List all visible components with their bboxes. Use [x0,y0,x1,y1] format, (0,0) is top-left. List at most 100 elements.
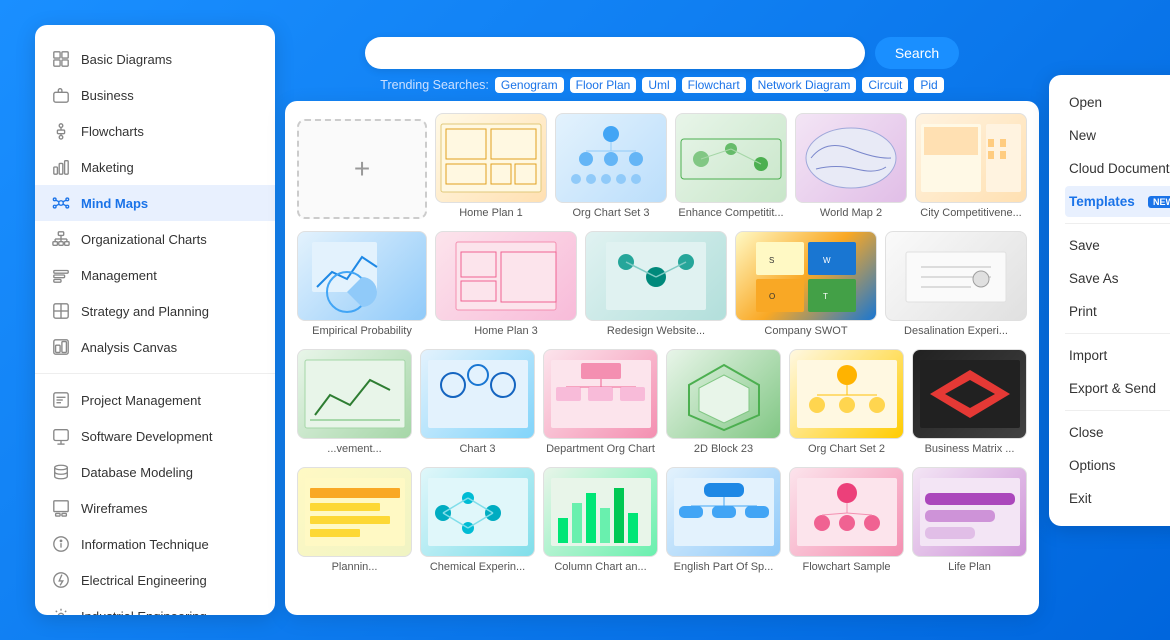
bar-icon [51,157,71,177]
sidebar-item-analysis-canvas[interactable]: Analysis Canvas [35,329,275,365]
sidebar-label: Mind Maps [81,196,148,211]
sidebar-item-info-tech[interactable]: Information Technique [35,526,275,562]
template-thumb-enhance [675,113,787,203]
right-panel-exit[interactable]: Exit [1065,483,1170,514]
right-panel-save-as[interactable]: Save As [1065,263,1170,294]
template-card-city[interactable]: City Competitivene... [915,113,1027,219]
template-card-swot[interactable]: SWOT Company SWOT [735,231,877,337]
sidebar-label: Project Management [81,393,201,408]
right-panel-open[interactable]: Open [1065,87,1170,118]
template-title: ...vement... [297,443,412,455]
template-card-org-chart-3[interactable]: Org Chart Set 3 [555,113,667,219]
template-card-empirical[interactable]: Empirical Probability [297,231,427,337]
template-title: City Competitivene... [915,207,1027,219]
template-thumb-chem [420,467,535,557]
template-card-english[interactable]: English Part Of Sp... [666,467,781,573]
sidebar-item-project[interactable]: Project Management [35,382,275,418]
template-thumb-col [543,467,658,557]
trending-tag-genogram[interactable]: Genogram [495,77,564,93]
template-card-life-plan[interactable]: Life Plan [912,467,1027,573]
template-title: Column Chart an... [543,561,658,573]
template-card-redesign[interactable]: Redesign Website... [585,231,727,337]
sidebar-top-section: Basic Diagrams Business Flowcharts Maket… [35,37,275,369]
right-panel-options[interactable]: Options [1065,450,1170,481]
sidebar-label: Business [81,88,134,103]
template-card-enhance[interactable]: Enhance Competitit... [675,113,787,219]
template-card-home-plan-3[interactable]: Home Plan 3 [435,231,577,337]
template-card-org2[interactable]: Org Chart Set 2 [789,349,904,455]
template-title: Business Matrix ... [912,443,1027,455]
trending-tag-network[interactable]: Network Diagram [752,77,857,93]
sidebar-bottom-section: Project Management Software Development … [35,373,275,615]
right-panel-templates[interactable]: Templates NEW [1065,186,1170,217]
grid-icon [51,49,71,69]
sidebar-item-flowcharts[interactable]: Flowcharts [35,113,275,149]
search-button[interactable]: Search [875,37,959,69]
sidebar-label: Management [81,268,157,283]
database-icon [51,462,71,482]
trending-tag-uml[interactable]: Uml [642,77,675,93]
sidebar-item-mind-maps[interactable]: Mind Maps [35,185,275,221]
right-panel-import[interactable]: Import [1065,340,1170,371]
sidebar-item-database[interactable]: Database Modeling [35,454,275,490]
right-panel-save[interactable]: Save [1065,230,1170,261]
sidebar-label: Flowcharts [81,124,144,139]
new-badge: NEW [1148,196,1170,208]
sidebar-label: Electrical Engineering [81,573,207,588]
right-panel-cloud[interactable]: Cloud Document [1065,153,1170,184]
template-title: English Part Of Sp... [666,561,781,573]
trending-tag-floor-plan[interactable]: Floor Plan [570,77,637,93]
svg-text:W: W [823,256,831,265]
template-thumb-move [297,349,412,439]
divider-3 [1065,410,1170,411]
template-card-chart3[interactable]: Chart 3 [420,349,535,455]
search-input[interactable] [381,45,849,61]
sidebar-item-wireframes[interactable]: Wireframes [35,490,275,526]
sidebar-item-software[interactable]: Software Development [35,418,275,454]
template-card-home-plan-1[interactable]: Home Plan 1 [435,113,547,219]
sidebar-item-industrial[interactable]: Industrial Engineering [35,598,275,615]
trending-tag-circuit[interactable]: Circuit [862,77,908,93]
template-card-desal[interactable]: Desalination Experi... [885,231,1027,337]
template-card-flowchart-sample[interactable]: Flowchart Sample [789,467,904,573]
briefcase-icon [51,85,71,105]
trending-tag-pid[interactable]: Pid [914,77,943,93]
new-template-button[interactable]: + [297,119,427,219]
template-thumb-city [915,113,1027,203]
right-panel-export[interactable]: Export & Send [1065,373,1170,404]
sidebar-item-strategy[interactable]: Strategy and Planning [35,293,275,329]
sidebar-item-basic-diagrams[interactable]: Basic Diagrams [35,41,275,77]
template-card-planning[interactable]: Plannin... [297,467,412,573]
template-card-dept-org[interactable]: Department Org Chart [543,349,658,455]
template-thumb-org [555,113,667,203]
right-panel-close[interactable]: Close [1065,417,1170,448]
right-panel-print[interactable]: Print [1065,296,1170,327]
sidebar-item-business[interactable]: Business [35,77,275,113]
right-panel-new[interactable]: New [1065,120,1170,151]
sidebar-item-maketing[interactable]: Maketing [35,149,275,185]
template-card-world-map[interactable]: World Map 2 [795,113,907,219]
manage-icon [51,265,71,285]
template-card-bmatrix[interactable]: Business Matrix ... [912,349,1027,455]
template-card-chem[interactable]: Chemical Experin... [420,467,535,573]
sidebar-item-management[interactable]: Management [35,257,275,293]
sidebar-item-org-charts[interactable]: Organizational Charts [35,221,275,257]
template-title: Org Chart Set 2 [789,443,904,455]
svg-text:T: T [823,292,828,301]
trending-tag-flowchart[interactable]: Flowchart [682,77,746,93]
trending-row: Trending Searches: Genogram Floor Plan U… [285,77,1039,93]
template-row-3: ...vement... Chart 3 Department Org Char… [297,349,1027,455]
template-thumb-redesign [585,231,727,321]
template-thumb-dept [543,349,658,439]
template-title: Enhance Competitit... [675,207,787,219]
template-title: Empirical Probability [297,325,427,337]
template-card-movement[interactable]: ...vement... [297,349,412,455]
template-title: Desalination Experi... [885,325,1027,337]
sidebar-label: Maketing [81,160,134,175]
template-title: Org Chart Set 3 [555,207,667,219]
template-card-col-chart[interactable]: Column Chart an... [543,467,658,573]
template-card-2d-block[interactable]: 2D Block 23 [666,349,781,455]
sidebar: Basic Diagrams Business Flowcharts Maket… [35,25,275,615]
template-thumb-empirical [297,231,427,321]
sidebar-item-electrical[interactable]: Electrical Engineering [35,562,275,598]
